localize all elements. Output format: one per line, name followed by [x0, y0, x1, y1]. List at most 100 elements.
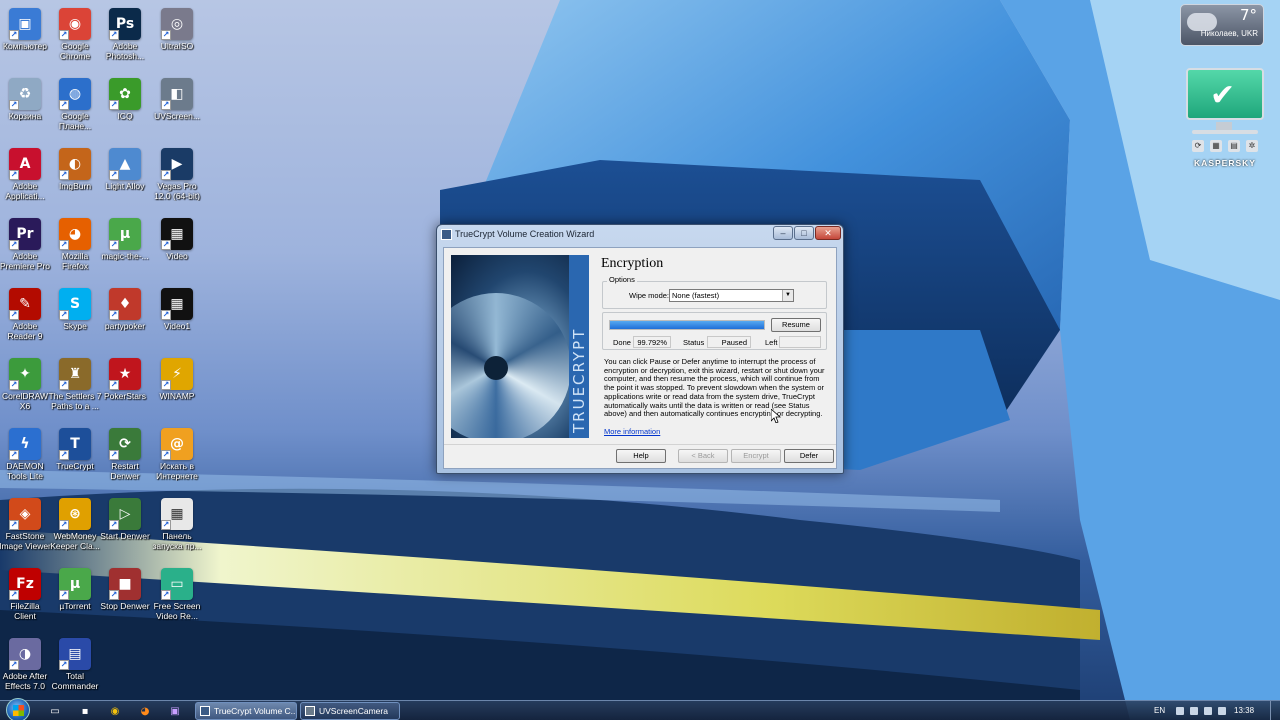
weather-gadget[interactable]: 7° Николаев, UKR	[1180, 4, 1264, 46]
desktop-icon[interactable]: ◧ ↗ UVScreen...	[144, 74, 210, 142]
desktop-icon-label: Vegas Pro 12.0 (64-bit)	[154, 181, 200, 201]
back-button[interactable]: < Back	[678, 449, 728, 463]
truecrypt-banner-image: TRUECRYPT	[451, 255, 589, 438]
flag-icon[interactable]	[1204, 707, 1212, 715]
truecrypt-wizard-window[interactable]: TrueCrypt Volume Creation Wizard – □ ✕ T…	[436, 224, 844, 474]
shortcut-arrow-icon: ↗	[59, 660, 69, 670]
weather-city: Николаев, UKR	[1200, 29, 1258, 38]
desktop-icon[interactable]: ▭ ↗ Free Screen Video Re...	[144, 564, 210, 632]
desktop-icon-label: UltraISO	[160, 41, 194, 51]
start-button[interactable]	[6, 698, 30, 720]
shortcut-arrow-icon: ↗	[59, 100, 69, 110]
desktop-icon[interactable]: ▤ ↗ Total Commander	[42, 634, 108, 702]
desktop-icon-label: Искать в Интернете	[156, 461, 198, 481]
weather-temperature: 7°	[1239, 6, 1257, 24]
volume-icon[interactable]	[1218, 707, 1226, 715]
app-icon: μ ↗	[109, 218, 141, 250]
shortcut-arrow-icon: ↗	[59, 240, 69, 250]
wipe-mode-select[interactable]: None (fastest) ▼	[669, 289, 794, 302]
app-icon: ◧ ↗	[161, 78, 193, 110]
shortcut-arrow-icon: ↗	[9, 520, 19, 530]
taskbar-item-label: UVScreenCamera	[319, 706, 388, 716]
monitor-base	[1192, 130, 1258, 134]
shortcut-arrow-icon: ↗	[161, 590, 171, 600]
minimize-button[interactable]: –	[773, 226, 793, 240]
help-button[interactable]: Help	[616, 449, 666, 463]
app-icon: ◎ ↗	[161, 8, 193, 40]
shortcut-arrow-icon: ↗	[161, 450, 171, 460]
app-icon: ▷ ↗	[109, 498, 141, 530]
app-icon: ▶ ↗	[161, 148, 193, 180]
taskbar-item-uvscreencamera[interactable]: UVScreenCamera	[300, 702, 400, 720]
banner-logo-text: TRUECRYPT	[570, 327, 588, 433]
taskbar-clock[interactable]: 13:38	[1234, 706, 1254, 715]
shortcut-arrow-icon: ↗	[9, 170, 19, 180]
wipe-mode-label: Wipe mode:	[629, 291, 670, 300]
desktop-icon-label: Video1	[163, 321, 191, 331]
more-information-link[interactable]: More information	[604, 427, 660, 436]
desktop-icon[interactable]: ▦ ↗ Video	[144, 214, 210, 282]
desktop-icon[interactable]: ⚡ ↗ WINAMP	[144, 354, 210, 422]
shortcut-arrow-icon: ↗	[59, 170, 69, 180]
truecrypt-task-icon	[200, 706, 210, 716]
desktop-icon[interactable]: ◎ ↗ UltraISO	[144, 4, 210, 72]
shortcut-arrow-icon: ↗	[161, 520, 171, 530]
progress-group: Resume Done 99.792% Status Paused Left	[602, 312, 827, 350]
app-icon: ⟳ ↗	[109, 428, 141, 460]
desktop-icon[interactable]: ▶ ↗ Vegas Pro 12.0 (64-bit)	[144, 144, 210, 212]
disc-hole	[484, 356, 508, 380]
app-icon: ⚡ ↗	[161, 358, 193, 390]
taskbar-item-truecrypt[interactable]: TrueCrypt Volume C...	[195, 702, 297, 720]
app-icon: ✿ ↗	[109, 78, 141, 110]
shortcut-arrow-icon: ↗	[109, 170, 119, 180]
show-desktop-button[interactable]	[1270, 701, 1280, 720]
desktop-icon[interactable]: @ ↗ Искать в Интернете	[144, 424, 210, 492]
encrypt-button[interactable]: Encrypt	[731, 449, 781, 463]
shortcut-arrow-icon: ↗	[161, 240, 171, 250]
update-icon[interactable]: ⟳	[1192, 140, 1204, 152]
app-icon: T ↗	[59, 428, 91, 460]
shortcut-arrow-icon: ↗	[9, 310, 19, 320]
window-titlebar[interactable]: TrueCrypt Volume Creation Wizard – □ ✕	[437, 225, 843, 245]
maximize-button[interactable]: □	[794, 226, 814, 240]
language-indicator[interactable]: EN	[1154, 706, 1165, 715]
app-icon: ✎ ↗	[9, 288, 41, 320]
tray-arrow-icon[interactable]	[1176, 707, 1184, 715]
gear-icon[interactable]: ✲	[1246, 140, 1258, 152]
shortcut-arrow-icon: ↗	[59, 310, 69, 320]
report-icon[interactable]: ▤	[1228, 140, 1240, 152]
desktop-icon-label: UVScreen...	[154, 111, 200, 121]
app-icon: ▤ ↗	[59, 638, 91, 670]
defer-button[interactable]: Defer	[784, 449, 834, 463]
premiere-pinned-icon[interactable]: ▣	[164, 703, 186, 719]
taskbar-item-label: TrueCrypt Volume C...	[214, 706, 297, 716]
app-icon: μ ↗	[59, 568, 91, 600]
shortcut-arrow-icon: ↗	[9, 100, 19, 110]
app-icon: ◈ ↗	[9, 498, 41, 530]
shortcut-arrow-icon: ↗	[9, 450, 19, 460]
firefox-pinned-icon[interactable]: ◕	[134, 703, 156, 719]
shortcut-arrow-icon: ↗	[109, 240, 119, 250]
left-label: Left	[765, 338, 778, 347]
chevron-down-icon[interactable]: ▼	[782, 290, 793, 301]
desktop-icon-label: Free Screen Video Re...	[153, 601, 201, 621]
show-desktop-pinned-icon[interactable]: ▭	[44, 703, 66, 719]
shortcut-arrow-icon: ↗	[109, 450, 119, 460]
desktop-icon[interactable]: ▦ ↗ Video1	[144, 284, 210, 352]
network-icon[interactable]	[1190, 707, 1198, 715]
app-icon: ✦ ↗	[9, 358, 41, 390]
shortcut-arrow-icon: ↗	[109, 100, 119, 110]
close-button[interactable]: ✕	[815, 226, 841, 240]
desktop-icon[interactable]: ▦ ↗ Панель запуска пр...	[144, 494, 210, 562]
resume-button[interactable]: Resume	[771, 318, 821, 332]
save-pinned-icon[interactable]: ▪	[74, 703, 96, 719]
done-value: 99.792%	[633, 336, 671, 348]
calendar-icon[interactable]: ▦	[1210, 140, 1222, 152]
shortcut-arrow-icon: ↗	[9, 30, 19, 40]
app-icon: ◉ ↗	[59, 8, 91, 40]
chrome-pinned-icon[interactable]: ◉	[104, 703, 126, 719]
shortcut-arrow-icon: ↗	[9, 660, 19, 670]
kaspersky-gadget[interactable]: ✔ ⟳ ▦ ▤ ✲ KASPERSKY	[1184, 66, 1266, 176]
info-paragraph: You can click Pause or Defer anytime to …	[604, 357, 825, 419]
app-icon: ♻ ↗	[9, 78, 41, 110]
